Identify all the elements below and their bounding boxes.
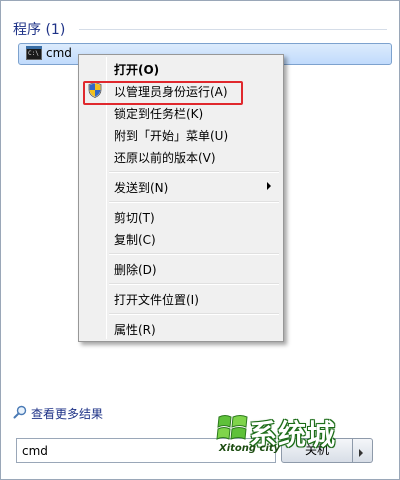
search-input[interactable] (17, 439, 275, 462)
highlight-annotation-box (83, 81, 243, 105)
menu-item-open-file-location[interactable]: 打开文件位置(I) (81, 287, 281, 309)
menu-item-label: 打开文件位置(I) (114, 293, 199, 307)
magnifier-icon (13, 405, 27, 419)
menu-item-label: 打开(O) (114, 63, 160, 77)
start-search-box[interactable] (16, 438, 276, 463)
menu-separator (109, 201, 279, 203)
menu-item-copy[interactable]: 复制(C) (81, 227, 281, 249)
menu-item-send-to[interactable]: 发送到(N) (81, 175, 281, 197)
menu-item-label: 发送到(N) (114, 181, 169, 195)
menu-item-delete[interactable]: 删除(D) (81, 257, 281, 279)
shutdown-button[interactable]: 关机 (281, 438, 353, 463)
menu-item-label: 剪切(T) (114, 211, 155, 225)
menu-item-pin-start[interactable]: 附到「开始」菜单(U) (81, 123, 281, 145)
menu-item-label: 属性(R) (114, 323, 156, 337)
menu-separator (109, 253, 279, 255)
menu-item-label: 附到「开始」菜单(U) (114, 129, 229, 143)
menu-item-cut[interactable]: 剪切(T) (81, 205, 281, 227)
section-divider (79, 29, 387, 30)
menu-item-label: 锁定到任务栏(K) (114, 107, 204, 121)
menu-item-label: 还原以前的版本(V) (114, 151, 216, 165)
cmd-console-icon: C:\ (26, 46, 42, 60)
menu-separator (109, 171, 279, 173)
search-result-label: cmd (46, 46, 72, 60)
menu-item-open[interactable]: 打开(O) (81, 57, 281, 79)
menu-separator (109, 283, 279, 285)
programs-section-title: 程序 (1) (13, 22, 66, 38)
menu-item-properties[interactable]: 属性(R) (81, 317, 281, 339)
menu-item-label: 复制(C) (114, 233, 156, 247)
submenu-arrow-icon (267, 182, 271, 190)
shutdown-options-arrow-icon[interactable] (353, 438, 373, 463)
see-more-label: 查看更多结果 (31, 407, 104, 421)
menu-separator (109, 313, 279, 315)
start-menu-panel: 程序 (1) C:\ cmd 打开(O) 以管理员身份运行(A) 锁定到任务栏(… (0, 0, 400, 480)
menu-item-restore-versions[interactable]: 还原以前的版本(V) (81, 145, 281, 167)
see-more-results-link[interactable]: 查看更多结果 (13, 403, 133, 421)
menu-item-label: 删除(D) (114, 263, 157, 277)
